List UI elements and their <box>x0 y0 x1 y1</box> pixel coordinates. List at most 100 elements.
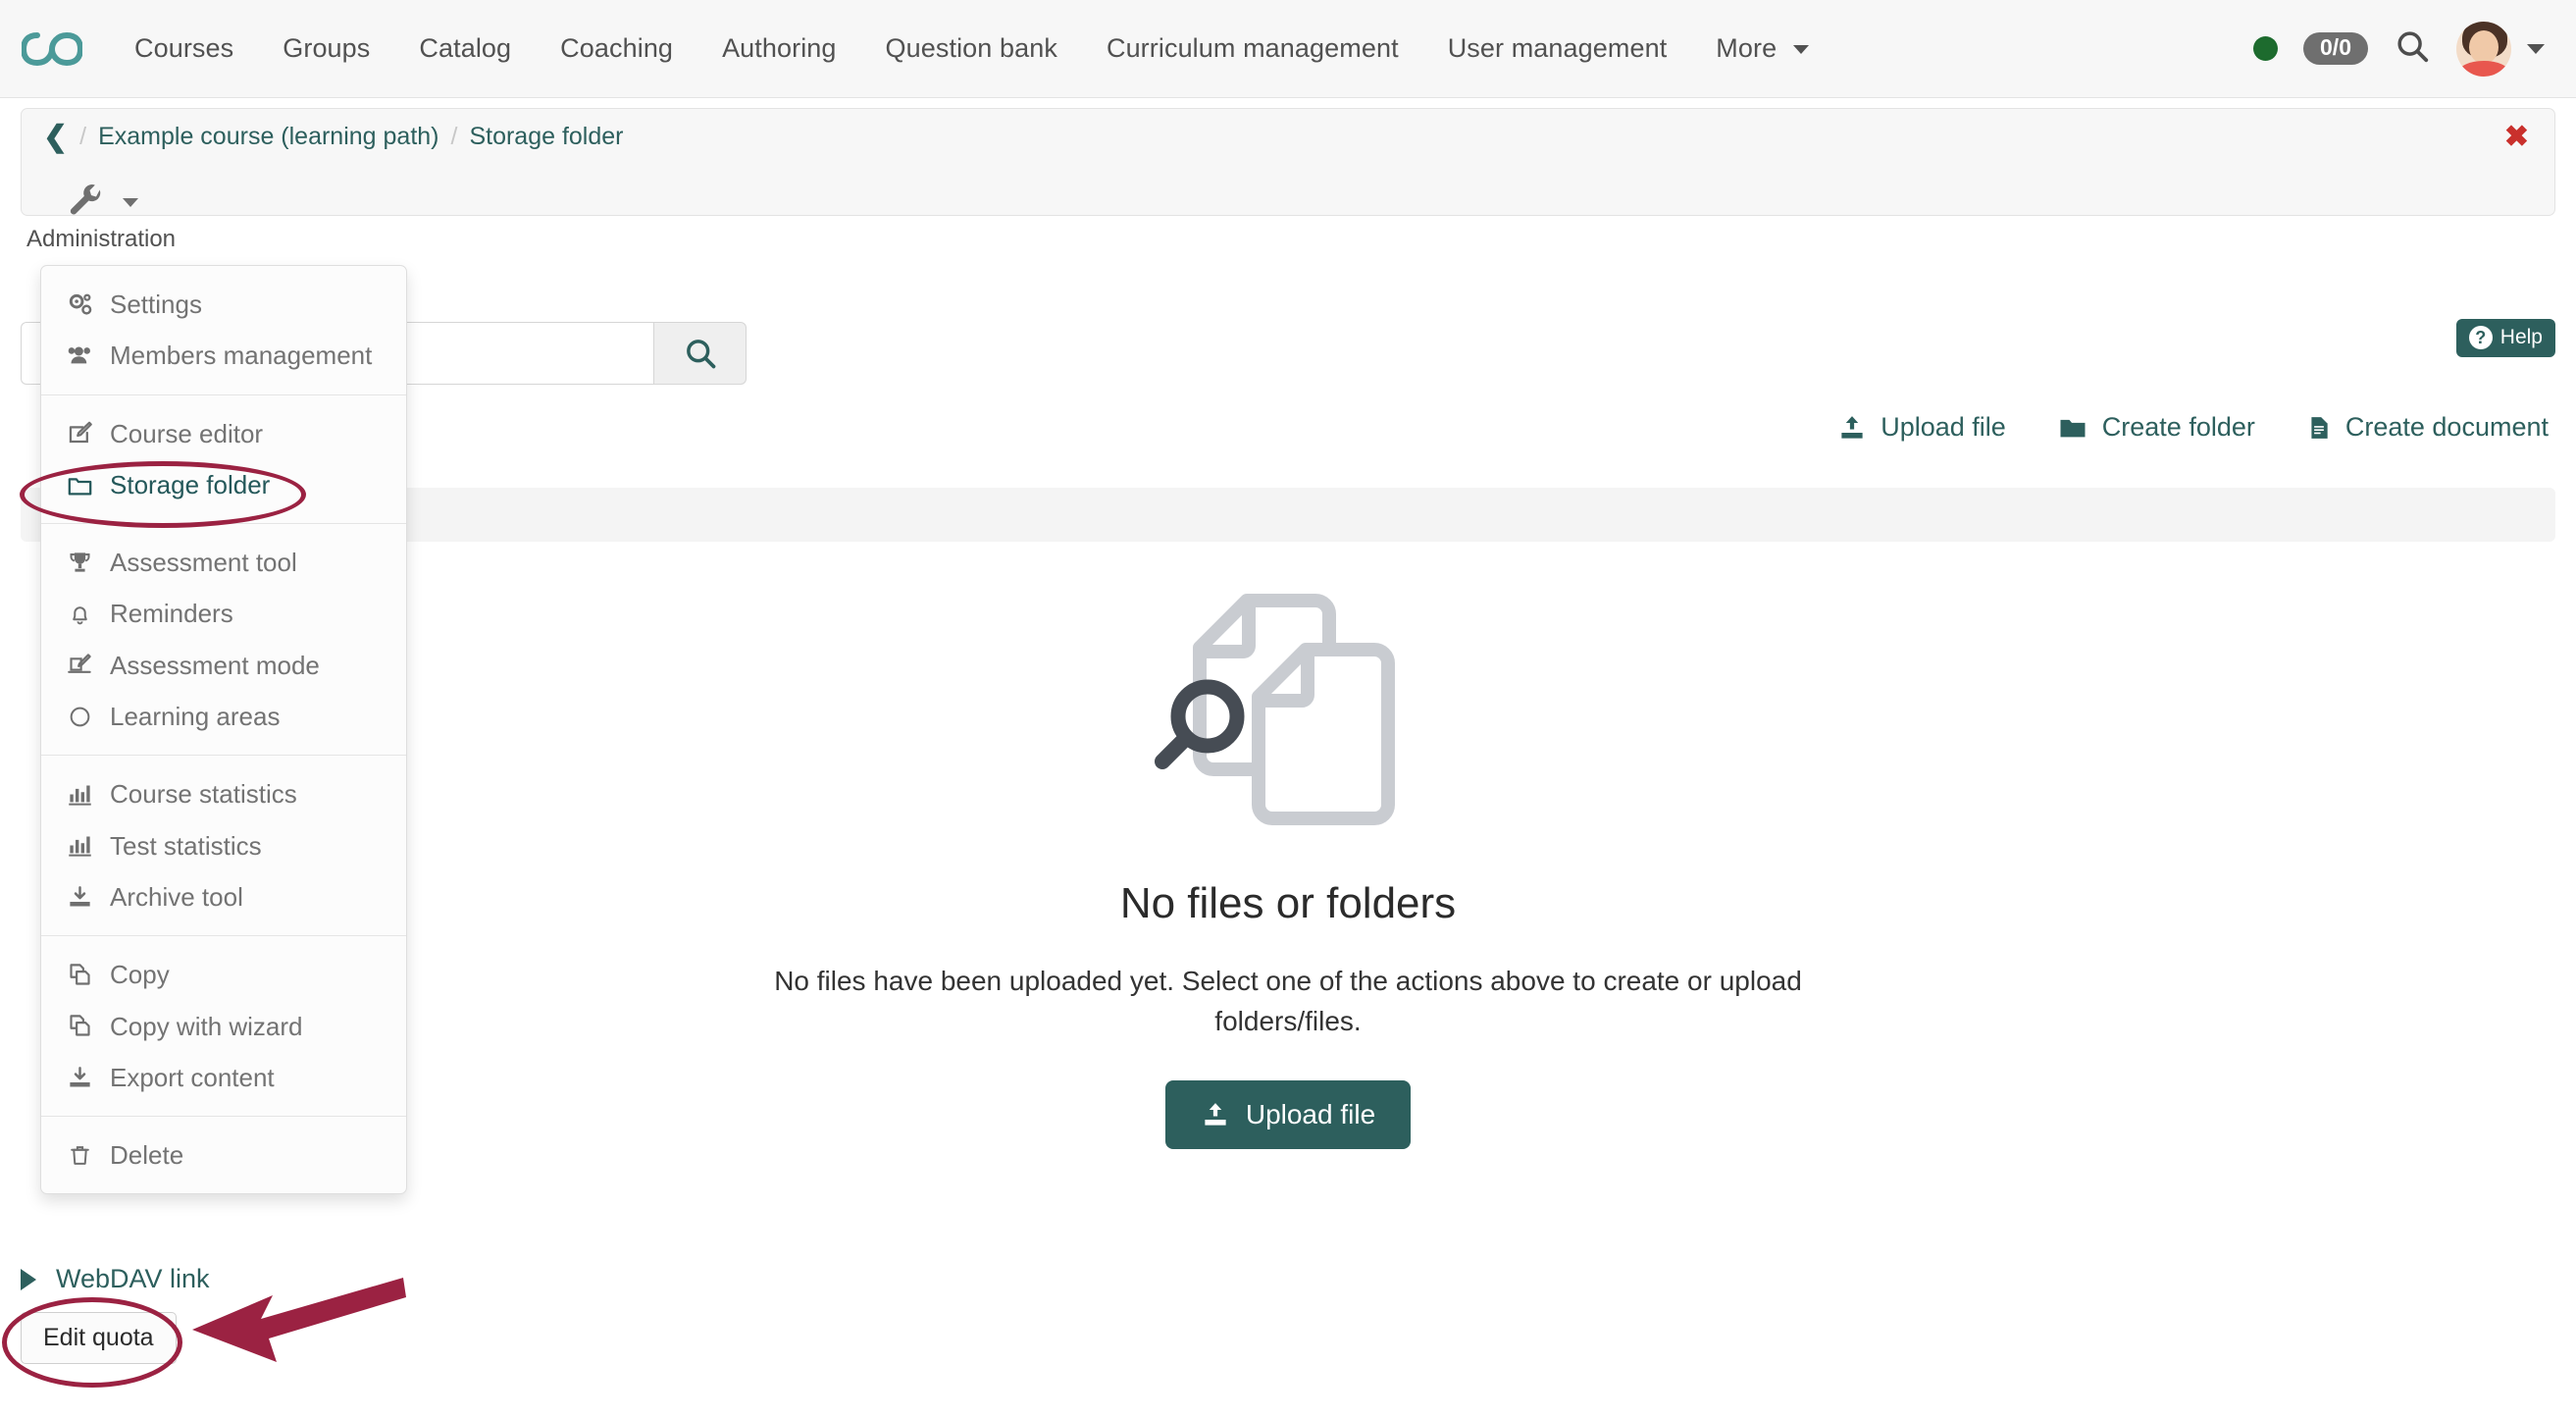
upload-file-primary-button[interactable]: Upload file <box>1165 1080 1411 1149</box>
gears-icon <box>65 291 94 318</box>
nav-catalog[interactable]: Catalog <box>394 33 536 64</box>
documents-search-illustration <box>1141 589 1435 854</box>
document-icon <box>2306 413 2332 443</box>
nav-user-management-label: User management <box>1448 33 1668 63</box>
create-folder-action[interactable]: Create folder <box>2057 412 2255 443</box>
wrench-icon <box>65 183 108 222</box>
nav-groups[interactable]: Groups <box>258 33 394 64</box>
webdav-link-toggle[interactable]: WebDAV link <box>21 1264 210 1294</box>
menu-item-delete-label: Delete <box>110 1135 183 1175</box>
menu-item-test-statistics[interactable]: Test statistics <box>41 820 406 871</box>
online-status-dot <box>2253 36 2278 61</box>
administration-label: Administration <box>26 226 176 253</box>
nav-question-bank[interactable]: Question bank <box>861 33 1082 64</box>
breadcrumb-separator: / <box>451 123 458 151</box>
menu-item-archive-tool[interactable]: Archive tool <box>41 871 406 922</box>
course-toolbar <box>21 165 2555 216</box>
nav-curriculum-management[interactable]: Curriculum management <box>1082 33 1423 64</box>
empty-state-title: No files or folders <box>1120 879 1456 928</box>
chevron-down-icon <box>1793 45 1809 54</box>
help-button[interactable]: ? Help <box>2456 319 2555 357</box>
top-navbar: Courses Groups Catalog Coaching Authorin… <box>0 0 2576 98</box>
avatar[interactable] <box>2456 22 2511 77</box>
folder-actions: Upload file Create folder Create documen… <box>1837 412 2549 443</box>
upload-file-action[interactable]: Upload file <box>1837 412 2006 443</box>
menu-item-settings[interactable]: Settings <box>41 279 406 330</box>
back-icon[interactable]: ❮ <box>43 123 68 152</box>
nav-items: Courses Groups Catalog Coaching Authorin… <box>110 33 1833 64</box>
menu-item-learning-areas[interactable]: Learning areas <box>41 691 406 742</box>
menu-separator <box>41 935 406 936</box>
webdav-link-label: WebDAV link <box>56 1264 210 1294</box>
navbar-right-tools: 0/0 <box>2253 22 2545 77</box>
bar-chart-icon <box>65 781 94 808</box>
empty-state-description: No files have been uploaded yet. Select … <box>758 962 1818 1041</box>
edit-quota-label: Edit quota <box>43 1324 154 1351</box>
bell-icon <box>65 601 94 627</box>
help-label: Help <box>2500 326 2543 349</box>
menu-separator <box>41 394 406 395</box>
copy-icon <box>65 962 94 988</box>
upload-icon <box>1201 1100 1230 1129</box>
menu-item-archive-tool-label: Archive tool <box>110 877 243 917</box>
notification-count-badge[interactable]: 0/0 <box>2303 32 2368 65</box>
infinity-logo[interactable] <box>22 29 82 69</box>
menu-item-members-management-label: Members management <box>110 336 372 375</box>
menu-item-course-editor[interactable]: Course editor <box>41 408 406 459</box>
chevron-down-icon[interactable] <box>2527 44 2545 54</box>
menu-item-assessment-tool-label: Assessment tool <box>110 543 297 582</box>
menu-item-course-editor-label: Course editor <box>110 414 263 453</box>
avatar-face <box>2469 30 2499 64</box>
menu-item-reminders[interactable]: Reminders <box>41 588 406 639</box>
upload-icon <box>1837 413 1867 443</box>
circle-icon <box>65 705 94 729</box>
folder-icon <box>65 472 94 499</box>
menu-item-settings-label: Settings <box>110 285 202 324</box>
nav-coaching[interactable]: Coaching <box>536 33 697 64</box>
upload-file-label: Upload file <box>1880 412 2006 443</box>
menu-item-course-statistics-label: Course statistics <box>110 774 297 813</box>
search-icon[interactable] <box>2394 27 2431 70</box>
menu-separator <box>41 755 406 756</box>
administration-dropdown-menu: Settings Members management Cou <box>40 265 407 1194</box>
menu-item-copy[interactable]: Copy <box>41 949 406 1000</box>
copy-icon <box>65 1013 94 1039</box>
pencil-square-icon <box>65 420 94 446</box>
folder-solid-icon <box>2057 413 2088 443</box>
bar-chart-icon <box>65 832 94 859</box>
menu-item-storage-folder[interactable]: Storage folder <box>41 459 406 510</box>
trophy-icon <box>65 550 94 576</box>
breadcrumb-item-course[interactable]: Example course (learning path) <box>98 123 438 151</box>
chevron-down-icon <box>123 198 138 207</box>
nav-authoring[interactable]: Authoring <box>697 33 860 64</box>
nav-user-management[interactable]: User management <box>1423 33 1692 64</box>
menu-item-learning-areas-label: Learning areas <box>110 697 280 736</box>
menu-item-members-management[interactable]: Members management <box>41 330 406 381</box>
menu-separator <box>41 1116 406 1117</box>
breadcrumb-separator: / <box>79 123 86 151</box>
menu-item-delete[interactable]: Delete <box>41 1129 406 1181</box>
question-mark-icon: ? <box>2469 326 2493 349</box>
edit-quota-button[interactable]: Edit quota <box>21 1312 177 1364</box>
administration-icon-row <box>65 183 138 222</box>
breadcrumb-item-storage-folder[interactable]: Storage folder <box>469 123 623 151</box>
search-button[interactable] <box>653 322 747 385</box>
trash-icon <box>65 1142 94 1169</box>
nav-catalog-label: Catalog <box>419 33 511 63</box>
users-icon <box>65 342 94 369</box>
menu-item-assessment-mode[interactable]: Assessment mode <box>41 640 406 691</box>
menu-item-course-statistics[interactable]: Course statistics <box>41 768 406 819</box>
menu-item-copy-with-wizard[interactable]: Copy with wizard <box>41 1001 406 1052</box>
menu-item-export-content[interactable]: Export content <box>41 1052 406 1103</box>
menu-item-export-content-label: Export content <box>110 1058 275 1097</box>
create-folder-label: Create folder <box>2102 412 2255 443</box>
upload-file-primary-label: Upload file <box>1246 1099 1375 1130</box>
nav-courses[interactable]: Courses <box>110 33 258 64</box>
nav-more[interactable]: More <box>1691 33 1833 64</box>
menu-item-reminders-label: Reminders <box>110 594 233 633</box>
close-icon[interactable]: ✖ <box>2504 123 2529 152</box>
nav-question-bank-label: Question bank <box>886 33 1057 63</box>
nav-more-label: More <box>1716 33 1777 63</box>
create-document-action[interactable]: Create document <box>2306 412 2549 443</box>
menu-item-assessment-tool[interactable]: Assessment tool <box>41 537 406 588</box>
